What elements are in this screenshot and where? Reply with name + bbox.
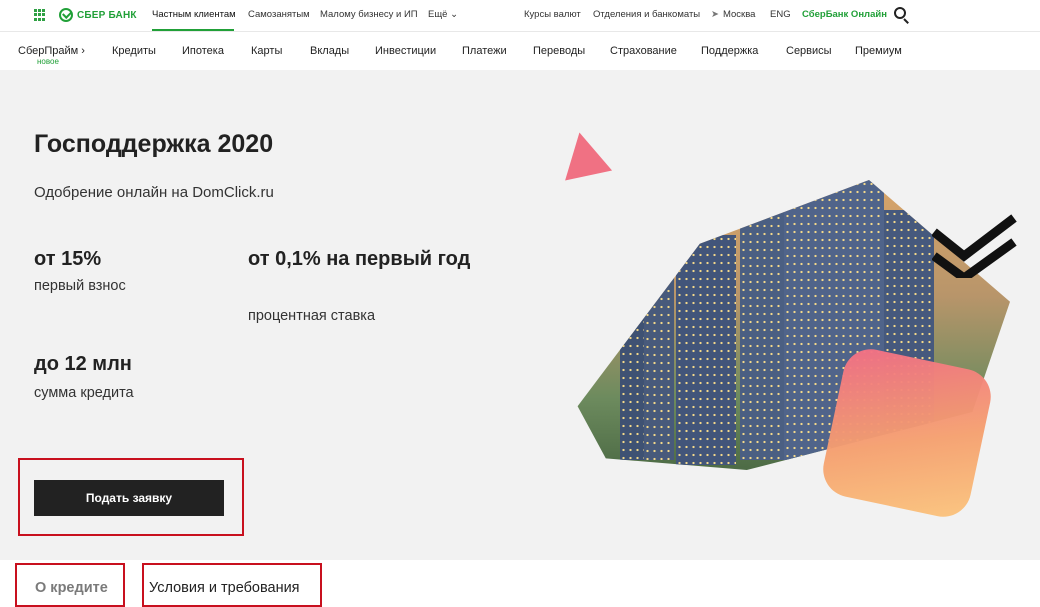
brand-name: СБЕР БАНК xyxy=(77,9,137,21)
nav-insurance[interactable]: Страхование xyxy=(610,45,677,57)
decorative-gradient-shape xyxy=(818,344,996,522)
hero-banner: Господдержка 2020 Одобрение онлайн на Do… xyxy=(0,70,1040,560)
segment-small-business[interactable]: Малому бизнесу и ИП xyxy=(320,9,418,20)
link-exchange-rates[interactable]: Курсы валют xyxy=(524,9,581,20)
nav-sberprime[interactable]: СберПрайм › xyxy=(18,45,85,57)
nav-services[interactable]: Сервисы xyxy=(786,45,832,57)
apps-grid-icon xyxy=(34,9,46,21)
nav-payments[interactable]: Платежи xyxy=(462,45,507,57)
new-badge: новое xyxy=(37,57,59,66)
nav-support[interactable]: Поддержка xyxy=(701,45,758,57)
segment-self-employed[interactable]: Самозанятым xyxy=(248,9,310,20)
segment-individuals[interactable]: Частным клиентам xyxy=(152,9,236,20)
nav-transfers[interactable]: Переводы xyxy=(533,45,585,57)
location-arrow-icon: ➤ xyxy=(711,9,719,20)
link-sberbank-online[interactable]: СберБанк Онлайн xyxy=(802,9,887,20)
search-icon[interactable] xyxy=(894,7,910,24)
page-title: Господдержка 2020 xyxy=(34,130,274,158)
segment-more-dropdown[interactable]: Ещё ⌄ xyxy=(428,9,458,20)
main-nav: СберПрайм › новое Кредиты Ипотека Карты … xyxy=(0,31,1040,70)
stat-amount-label: сумма кредита xyxy=(34,385,134,401)
hero-illustration xyxy=(540,120,1040,522)
sber-logo[interactable]: СБЕР БАНК xyxy=(34,8,137,22)
sber-logo-icon xyxy=(59,8,73,22)
link-language[interactable]: ENG xyxy=(770,9,791,20)
nav-credits[interactable]: Кредиты xyxy=(112,45,156,57)
highlight-tab-about-credit xyxy=(15,563,125,607)
nav-mortgage[interactable]: Ипотека xyxy=(182,45,224,57)
decorative-triangle xyxy=(555,127,613,181)
top-bar: СБЕР БАНК Частным клиентам Самозанятым М… xyxy=(0,0,1040,31)
highlight-apply-button xyxy=(18,458,244,536)
link-city[interactable]: Москва xyxy=(723,9,755,20)
stat-down-payment-label: первый взнос xyxy=(34,278,126,294)
stat-down-payment-value: от 15% xyxy=(34,248,102,270)
nav-cards[interactable]: Карты xyxy=(251,45,282,57)
nav-deposits[interactable]: Вклады xyxy=(310,45,349,57)
stat-rate-value: от 0,1% на первый год xyxy=(248,248,471,270)
decorative-chevrons xyxy=(932,214,1017,278)
nav-premium[interactable]: Премиум xyxy=(855,45,902,57)
highlight-tab-conditions xyxy=(142,563,322,607)
nav-investments[interactable]: Инвестиции xyxy=(375,45,436,57)
stat-amount-value: до 12 млн xyxy=(34,353,132,375)
stat-rate-label: процентная ставка xyxy=(248,308,376,324)
hero-subtitle: Одобрение онлайн на DomClick.ru xyxy=(34,184,274,201)
link-branches-atms[interactable]: Отделения и банкоматы xyxy=(593,9,700,20)
